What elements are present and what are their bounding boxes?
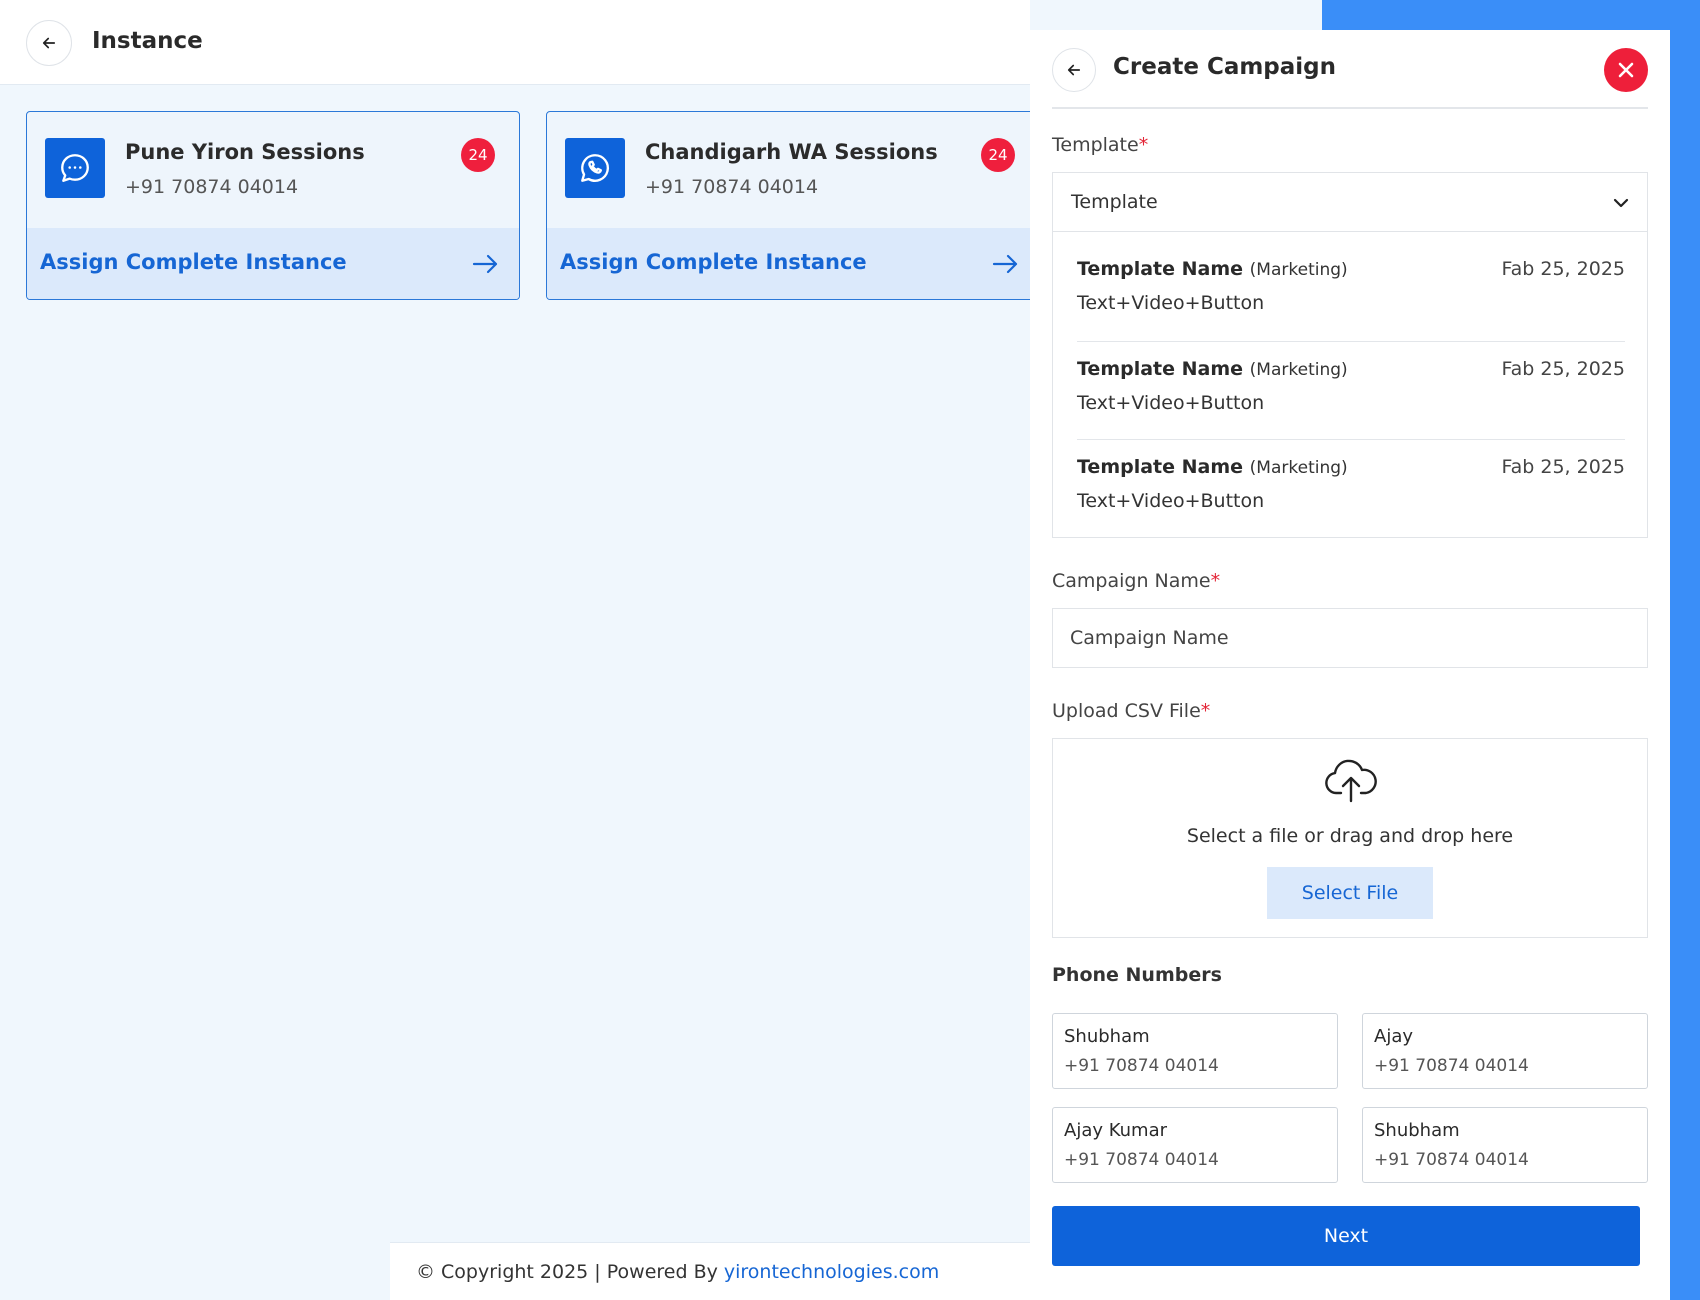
assign-instance-label: Assign Complete Instance: [560, 250, 867, 274]
campaign-name-label: Campaign Name*: [1052, 570, 1220, 592]
contact-phone: +91 70874 04014: [1374, 1150, 1529, 1170]
instance-name: Chandigarh WA Sessions: [645, 140, 938, 164]
contact-name: Shubham: [1374, 1120, 1460, 1141]
upload-csv-label-text: Upload CSV File: [1052, 700, 1201, 722]
copyright-text: © Copyright 2025 | Powered By yirontechn…: [416, 1261, 939, 1283]
template-date: Fab 25, 2025: [1501, 258, 1625, 280]
upload-instructions: Select a file or drag and drop here: [1186, 825, 1514, 847]
select-file-button[interactable]: Select File: [1267, 867, 1433, 919]
chat-bubble-icon: [45, 138, 105, 198]
create-campaign-panel: Create Campaign Template* Template Templ…: [1030, 30, 1670, 1300]
contact-phone: +91 70874 04014: [1064, 1056, 1219, 1076]
phone-numbers-label: Phone Numbers: [1052, 964, 1222, 986]
count-badge: 24: [461, 138, 495, 172]
phone-contact-card[interactable]: Ajay Kumar +91 70874 04014: [1052, 1107, 1338, 1183]
arrow-left-icon: [42, 37, 56, 49]
template-option[interactable]: Template Name (Marketing) Fab 25, 2025 T…: [1077, 232, 1625, 331]
required-mark: *: [1210, 570, 1221, 592]
instance-phone: +91 70874 04014: [125, 176, 299, 198]
contact-name: Ajay Kumar: [1064, 1120, 1167, 1141]
template-label: Template*: [1052, 134, 1148, 156]
chevron-down-icon: [1613, 198, 1629, 208]
file-drop-zone[interactable]: Select a file or drag and drop here Sele…: [1052, 738, 1648, 938]
close-button[interactable]: [1604, 48, 1648, 92]
close-icon: [1618, 62, 1634, 78]
assign-instance-link[interactable]: Assign Complete Instance: [547, 228, 1055, 299]
panel-title: Create Campaign: [1113, 54, 1337, 80]
contact-name: Ajay: [1374, 1026, 1413, 1047]
template-label-text: Template: [1052, 134, 1139, 156]
template-select-value: Template: [1071, 191, 1158, 213]
template-option[interactable]: Template Name (Marketing) Fab 25, 2025 T…: [1077, 332, 1625, 431]
company-link[interactable]: yirontechnologies.com: [724, 1261, 939, 1283]
panel-back-button[interactable]: [1052, 48, 1096, 92]
instance-name: Pune Yiron Sessions: [125, 140, 365, 164]
template-type: Text+Video+Button: [1077, 292, 1265, 314]
next-button[interactable]: Next: [1052, 1206, 1640, 1266]
arrow-left-icon: [1067, 64, 1081, 76]
cloud-upload-icon: [1325, 759, 1377, 803]
template-type: Text+Video+Button: [1077, 490, 1265, 512]
template-name-text: Template Name: [1077, 258, 1244, 280]
template-category: (Marketing): [1249, 260, 1348, 280]
assign-instance-label: Assign Complete Instance: [40, 250, 347, 274]
template-option-name: Template Name (Marketing): [1077, 456, 1348, 478]
assign-instance-link[interactable]: Assign Complete Instance: [27, 228, 519, 299]
template-date: Fab 25, 2025: [1501, 358, 1625, 380]
contact-name: Shubham: [1064, 1026, 1150, 1047]
arrow-right-icon: [472, 254, 498, 274]
template-date: Fab 25, 2025: [1501, 456, 1625, 478]
template-name-text: Template Name: [1077, 456, 1244, 478]
page-footer: © Copyright 2025 | Powered By yirontechn…: [390, 1242, 1030, 1300]
template-type: Text+Video+Button: [1077, 392, 1265, 414]
instance-card[interactable]: Pune Yiron Sessions +91 70874 04014 24 A…: [26, 111, 520, 300]
instance-phone: +91 70874 04014: [645, 176, 819, 198]
required-mark: *: [1138, 134, 1149, 156]
copyright-label: © Copyright 2025 | Powered By: [416, 1261, 724, 1283]
campaign-name-label-text: Campaign Name: [1052, 570, 1211, 592]
campaign-name-input[interactable]: [1052, 608, 1648, 668]
phone-contact-card[interactable]: Ajay +91 70874 04014: [1362, 1013, 1648, 1089]
required-mark: *: [1200, 700, 1211, 722]
phone-contact-card[interactable]: Shubham +91 70874 04014: [1362, 1107, 1648, 1183]
contact-phone: +91 70874 04014: [1374, 1056, 1529, 1076]
template-name-text: Template Name: [1077, 358, 1244, 380]
template-option[interactable]: Template Name (Marketing) Fab 25, 2025 T…: [1077, 430, 1625, 529]
instance-card[interactable]: Chandigarh WA Sessions +91 70874 04014 2…: [546, 111, 1056, 300]
panel-divider: [1052, 107, 1648, 109]
arrow-right-icon: [992, 254, 1018, 274]
template-options-list: Template Name (Marketing) Fab 25, 2025 T…: [1052, 232, 1648, 538]
upload-csv-label: Upload CSV File*: [1052, 700, 1210, 722]
template-category: (Marketing): [1249, 360, 1348, 380]
template-option-name: Template Name (Marketing): [1077, 258, 1348, 280]
template-select[interactable]: Template: [1052, 172, 1648, 232]
template-option-name: Template Name (Marketing): [1077, 358, 1348, 380]
count-badge: 24: [981, 138, 1015, 172]
contact-phone: +91 70874 04014: [1064, 1150, 1219, 1170]
top-bar: Instance: [0, 0, 1030, 85]
template-category: (Marketing): [1249, 458, 1348, 478]
page-title: Instance: [92, 28, 203, 54]
whatsapp-icon: [565, 138, 625, 198]
back-button[interactable]: [26, 20, 72, 66]
phone-contact-card[interactable]: Shubham +91 70874 04014: [1052, 1013, 1338, 1089]
